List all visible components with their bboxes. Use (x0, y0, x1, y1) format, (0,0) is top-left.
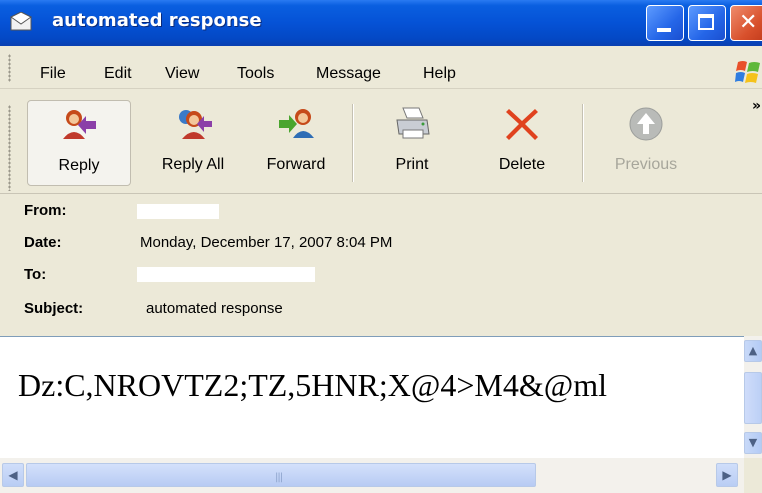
reply-all-icon (179, 110, 212, 139)
up-arrow-icon (629, 107, 663, 141)
envelope-icon (10, 12, 32, 31)
reply-button[interactable]: Reply (27, 100, 131, 186)
from-label: From: (24, 202, 67, 219)
reply-all-button[interactable]: Reply All (141, 100, 245, 186)
thumb-grip-icon: ||| (275, 472, 283, 483)
forward-label: Forward (266, 156, 326, 173)
maximize-icon (698, 14, 714, 30)
menu-edit[interactable]: Edit (104, 65, 132, 83)
message-body-text: Dz:C,NROVTZ2;TZ,5HNR;X@4>M4&@ml (18, 367, 607, 403)
toolbar-separator (582, 104, 584, 182)
print-button[interactable]: Print (370, 100, 454, 186)
vertical-scroll-thumb[interactable] (744, 372, 762, 424)
window-title: automated response (52, 10, 262, 31)
close-button[interactable]: ✕ (730, 5, 762, 41)
menu-tools[interactable]: Tools (237, 65, 274, 83)
date-value: Monday, December 17, 2007 8:04 PM (140, 234, 393, 251)
minimize-button[interactable] (646, 5, 684, 41)
from-value-redacted (137, 204, 219, 219)
maximize-button[interactable] (688, 5, 726, 41)
menu-message[interactable]: Message (316, 65, 381, 83)
print-label: Print (395, 156, 429, 173)
title-bar: automated response ✕ (0, 0, 762, 46)
delete-button[interactable]: Delete (480, 100, 564, 186)
toolbar-grip[interactable] (8, 105, 11, 191)
menu-grip[interactable] (8, 54, 11, 82)
forward-button[interactable]: Forward (254, 100, 338, 186)
previous-label: Previous (614, 156, 678, 173)
delete-icon (506, 109, 538, 140)
forward-icon (279, 109, 314, 138)
scrollbar-corner (744, 458, 762, 493)
toolbar-separator (352, 104, 354, 182)
reply-icon (63, 110, 96, 139)
windows-logo-icon (735, 61, 760, 83)
reply-label: Reply (58, 157, 100, 174)
message-header: From: Date: Monday, December 17, 2007 8:… (0, 194, 762, 334)
menu-file[interactable]: File (40, 65, 66, 83)
scroll-right-button[interactable]: ▶ (716, 463, 738, 487)
menu-help[interactable]: Help (423, 65, 456, 83)
to-value-redacted (137, 267, 315, 282)
close-icon: ✕ (739, 10, 758, 35)
scroll-up-button[interactable]: ▲ (744, 340, 762, 362)
scroll-left-button[interactable]: ◀ (2, 463, 24, 487)
to-label: To: (24, 266, 47, 283)
scroll-down-button[interactable]: ▼ (744, 432, 762, 454)
subject-value: automated response (146, 300, 283, 317)
subject-label: Subject: (24, 300, 84, 317)
minimize-icon (657, 28, 671, 32)
previous-button[interactable]: Previous (598, 100, 694, 186)
menu-view[interactable]: View (165, 65, 199, 83)
reply-all-label: Reply All (161, 156, 225, 173)
toolbar-overflow-chevron-icon[interactable]: » (752, 98, 761, 114)
delete-label: Delete (498, 156, 546, 173)
menu-bar: File Edit View Tools Message Help (0, 46, 762, 89)
horizontal-scroll-thumb[interactable]: ||| (26, 463, 536, 487)
date-label: Date: (24, 234, 62, 251)
message-body[interactable]: Dz:C,NROVTZ2;TZ,5HNR;X@4>M4&@ml (0, 336, 744, 459)
printer-icon (396, 107, 430, 139)
